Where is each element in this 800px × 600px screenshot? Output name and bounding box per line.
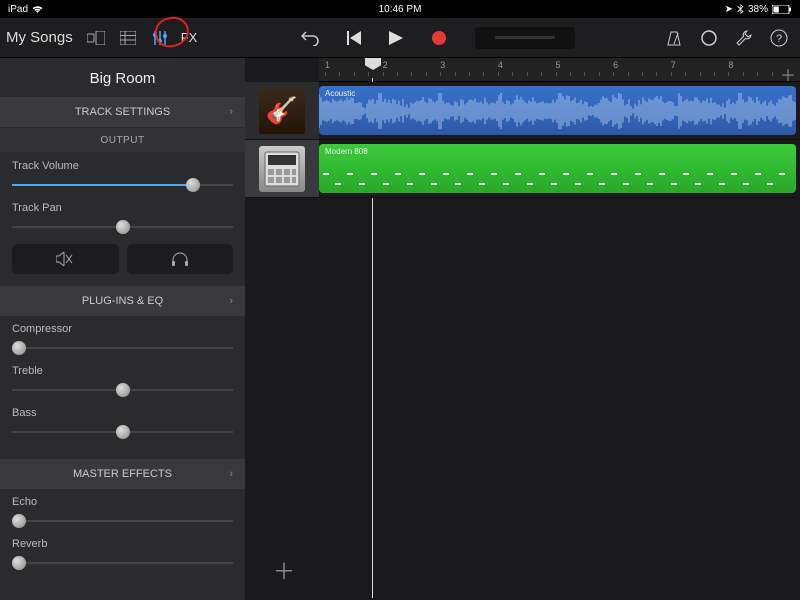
clock: 10:46 PM	[379, 4, 422, 15]
chevron-right-icon: ›	[229, 468, 233, 480]
reverb-label: Reverb	[12, 538, 233, 550]
status-bar: iPad 10:46 PM ➤ 38%	[0, 0, 800, 18]
play-icon[interactable]	[389, 31, 403, 45]
waveform	[319, 93, 796, 129]
track-row: 🎸 Acoustic	[245, 82, 800, 140]
track-settings-sidebar: Big Room TRACK SETTINGS › OUTPUT Track V…	[0, 58, 245, 600]
top-toolbar: My Songs FX	[0, 18, 800, 58]
track-header-808[interactable]	[245, 140, 319, 197]
treble-label: Treble	[12, 365, 233, 377]
arrangement-area: ＋ 12345678 🎸 Acoustic	[245, 58, 800, 600]
audio-region-acoustic[interactable]: Acoustic	[319, 86, 796, 135]
wifi-icon	[32, 5, 43, 14]
my-songs-button[interactable]: My Songs	[6, 29, 73, 46]
song-title: Big Room	[0, 58, 245, 97]
metronome-icon[interactable]	[666, 30, 682, 46]
undo-icon[interactable]	[301, 30, 319, 46]
loop-browser-icon[interactable]	[700, 29, 718, 47]
lcd-display[interactable]	[475, 27, 575, 49]
help-icon[interactable]: ?	[770, 29, 788, 47]
master-effects-header[interactable]: MASTER EFFECTS ›	[0, 459, 245, 489]
bass-label: Bass	[12, 407, 233, 419]
treble-slider[interactable]	[12, 381, 233, 399]
mute-icon	[56, 252, 74, 266]
go-to-start-icon[interactable]	[347, 31, 361, 45]
track-pan-label: Track Pan	[12, 202, 233, 214]
fx-button[interactable]: FX	[181, 30, 198, 45]
location-icon: ➤	[725, 4, 733, 15]
drum-pattern	[319, 162, 796, 193]
battery-icon	[772, 5, 792, 14]
track-header-acoustic[interactable]: 🎸	[245, 82, 319, 139]
solo-headphones-button[interactable]	[127, 244, 234, 274]
track-settings-header[interactable]: TRACK SETTINGS ›	[0, 97, 245, 127]
compressor-label: Compressor	[12, 323, 233, 335]
chevron-right-icon: ›	[229, 295, 233, 307]
bluetooth-icon	[737, 4, 744, 14]
device-label: iPad	[8, 4, 28, 15]
guitar-icon: 🎸	[259, 88, 305, 134]
track-volume-slider[interactable]	[12, 176, 233, 194]
add-track-button[interactable]: ＋	[273, 554, 295, 586]
playhead[interactable]	[365, 58, 381, 70]
headphones-icon	[171, 252, 189, 266]
drum-machine-icon	[259, 146, 305, 192]
battery-percent: 38%	[748, 4, 768, 15]
reverb-slider[interactable]	[12, 554, 233, 572]
timeline-ruler[interactable]: ＋ 12345678	[319, 58, 800, 82]
track-controls-icon[interactable]	[149, 27, 171, 49]
bass-slider[interactable]	[12, 423, 233, 441]
chevron-right-icon: ›	[229, 106, 233, 118]
mute-button[interactable]	[12, 244, 119, 274]
svg-text:?: ?	[776, 33, 782, 45]
output-subheader: OUTPUT	[0, 128, 245, 152]
track-volume-label: Track Volume	[12, 160, 233, 172]
midi-region-808[interactable]: Modern 808	[319, 144, 796, 193]
track-pan-slider[interactable]	[12, 218, 233, 236]
track-row: Modern 808	[245, 140, 800, 198]
view-grid-icon[interactable]	[85, 27, 107, 49]
settings-wrench-icon[interactable]	[736, 30, 752, 46]
compressor-slider[interactable]	[12, 339, 233, 357]
tracks-view-icon[interactable]	[117, 27, 139, 49]
echo-slider[interactable]	[12, 512, 233, 530]
plugins-eq-header[interactable]: PLUG-INS & EQ ›	[0, 286, 245, 316]
echo-label: Echo	[12, 496, 233, 508]
record-icon[interactable]	[431, 30, 447, 46]
